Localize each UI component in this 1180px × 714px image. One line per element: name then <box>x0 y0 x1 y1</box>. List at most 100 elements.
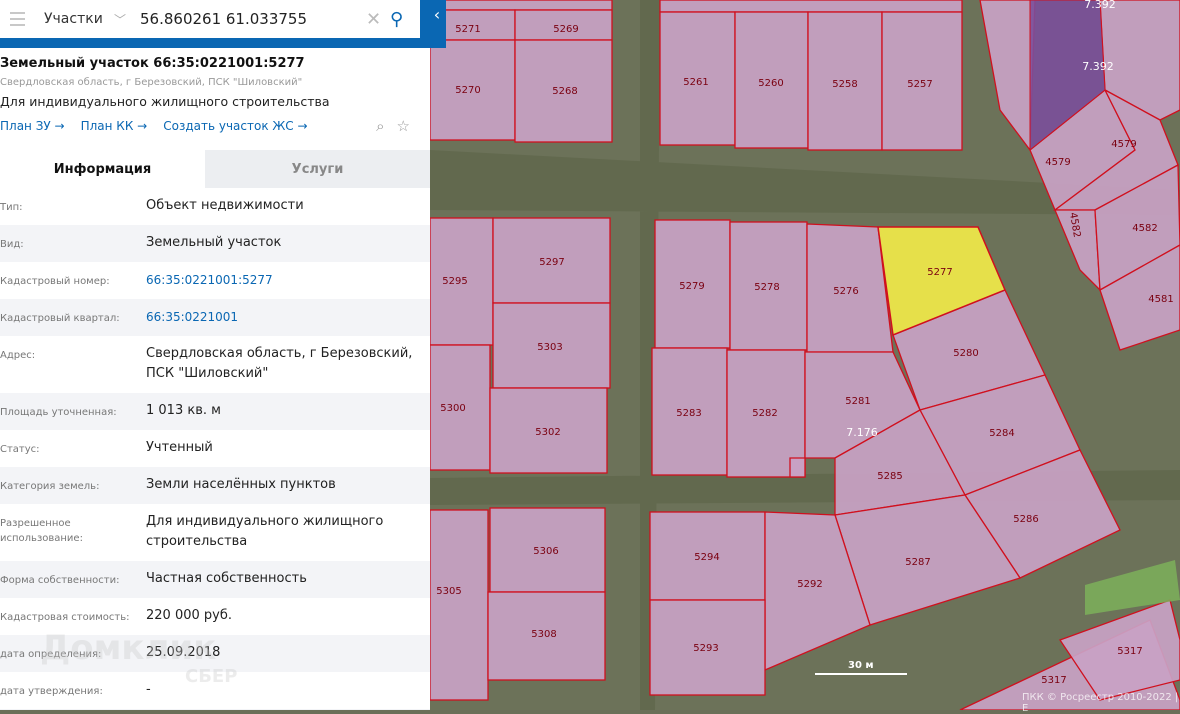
info-key: Статус: <box>0 444 40 455</box>
parcel-label: 5308 <box>531 629 556 640</box>
parcel-label: 5271 <box>455 24 480 35</box>
info-value: 25.09.2018 <box>146 645 221 660</box>
info-value: Земельный участок <box>146 235 282 250</box>
parcel-label: 5282 <box>752 408 777 419</box>
object-purpose: Для индивидуального жилищного строительс… <box>0 94 330 109</box>
info-value: Свердловская область, г Березовский, ПСК… <box>146 346 413 381</box>
info-row: Кадастровая стоимость: 220 000 руб. <box>0 598 430 635</box>
info-key: Кадастровый номер: <box>0 276 110 287</box>
parcel-label: 4582 <box>1132 223 1157 234</box>
parcel-label: 5317 <box>1041 675 1066 686</box>
info-value: Земли населённых пунктов <box>146 477 336 492</box>
parcel-label: 5303 <box>537 342 562 353</box>
plan-kk-link[interactable]: План КК → <box>81 119 148 133</box>
parcel-label: 5276 <box>833 286 858 297</box>
quarter-label: 7.392 <box>1084 0 1116 11</box>
info-row: Вид: Земельный участок <box>0 225 430 262</box>
layer-select[interactable]: Участки <box>34 11 114 27</box>
info-row: Тип: Объект недвижимости <box>0 188 430 225</box>
info-row: Категория земель: Земли населённых пункто… <box>0 467 430 504</box>
parcel-label: 5280 <box>953 348 978 359</box>
map-copyright: ПКК © Росреестр 2010-2022 | Е <box>1022 692 1179 714</box>
tab-info[interactable]: Информация <box>0 150 205 188</box>
info-value: Для индивидуального жилищного строительс… <box>146 514 384 549</box>
info-table: Тип: Объект недвижимости Вид: Земельный уча… <box>0 188 430 710</box>
collapse-panel-button[interactable]: ‹ <box>428 0 446 32</box>
create-parcel-link[interactable]: Создать участок ЖС → <box>163 119 307 133</box>
info-row: Кадастровый номер: 66:35:0221001:5277 <box>0 262 430 299</box>
info-value: Учтенный <box>146 440 213 455</box>
parcel-label: 5279 <box>679 281 704 292</box>
top-bar: Участки ﹀ 56.860261 61.033755 ✕ ⚲ ‹ <box>0 0 446 48</box>
quarter-label: 7.392 <box>1082 60 1114 73</box>
star-icon[interactable]: ☆ <box>397 117 410 135</box>
info-key: Кадастровый квартал: <box>0 313 120 324</box>
zoom-to-object-icon[interactable]: ⌕ <box>376 117 384 135</box>
info-key: Кадастровая стоимость: <box>0 612 130 623</box>
parcel-label: 5302 <box>535 427 560 438</box>
map-scale: 30 м <box>815 660 907 675</box>
tabs: Информация Услуги <box>0 150 430 188</box>
info-row: Форма собственности: Частная собственност… <box>0 561 430 598</box>
info-key: Адрес: <box>0 350 36 361</box>
parcel-label: 4579 <box>1045 157 1070 168</box>
parcel-label: 5287 <box>905 557 930 568</box>
parcel-label: 5292 <box>797 579 822 590</box>
info-value: Частная собственность <box>146 571 307 586</box>
menu-icon[interactable] <box>0 0 34 38</box>
parcel-label: 5286 <box>1013 514 1038 525</box>
search-icon[interactable]: ⚲ <box>390 9 420 30</box>
info-panel: Земельный участок 66:35:0221001:5277 Све… <box>0 0 430 710</box>
object-address: Свердловская область, г Березовский, ПСК… <box>0 77 303 88</box>
parcel-label: 5305 <box>436 586 461 597</box>
info-key: Форма собственности: <box>0 575 120 586</box>
info-value: 220 000 руб. <box>146 608 232 623</box>
parcel-label: 5257 <box>907 79 932 90</box>
parcel-label: 5285 <box>877 471 902 482</box>
info-key: Категория земель: <box>0 481 100 492</box>
chevron-down-icon[interactable]: ﹀ <box>114 11 140 28</box>
clear-icon[interactable]: ✕ <box>366 9 390 30</box>
parcel-label: 5283 <box>676 408 701 419</box>
parcel-label: 5258 <box>832 79 857 90</box>
parcel-label: 4579 <box>1111 139 1136 150</box>
parcel-label: 5284 <box>989 428 1014 439</box>
parcel-label: 5278 <box>754 282 779 293</box>
parcel-label: 5294 <box>694 552 719 563</box>
info-key: Вид: <box>0 239 24 250</box>
info-row: Статус: Учтенный <box>0 430 430 467</box>
object-title: Земельный участок 66:35:0221001:5277 <box>0 56 305 71</box>
info-value: Объект недвижимости <box>146 198 304 213</box>
object-header: Земельный участок 66:35:0221001:5277 Све… <box>0 56 430 135</box>
parcel-label: 5297 <box>539 257 564 268</box>
info-key: Разрешенное использование: <box>0 518 83 544</box>
parcel-label: 4581 <box>1148 294 1173 305</box>
search-bar: Участки ﹀ 56.860261 61.033755 ✕ ⚲ <box>0 0 420 38</box>
info-key: Площадь уточненная: <box>0 407 117 418</box>
info-key: дата определения: <box>0 649 102 660</box>
scale-label: 30 м <box>848 660 874 671</box>
info-row: Разрешенное использование: Для индивидуал… <box>0 504 430 561</box>
info-key: дата утверждения: <box>0 686 103 697</box>
parcel-label: 5281 <box>845 396 870 407</box>
parcel-label: 5295 <box>442 276 467 287</box>
info-row: Адрес: Свердловская область, г Березовски… <box>0 336 430 393</box>
parcel-label: 5261 <box>683 77 708 88</box>
parcel-label: 5270 <box>455 85 480 96</box>
plan-zu-link[interactable]: План ЗУ → <box>0 119 65 133</box>
info-row: Кадастровый квартал: 66:35:0221001 <box>0 299 430 336</box>
quarter-label: 7.176 <box>846 426 878 439</box>
scale-bar <box>815 673 907 675</box>
parcel-label: 5300 <box>440 403 465 414</box>
tab-services[interactable]: Услуги <box>205 150 430 188</box>
info-value[interactable]: 66:35:0221001 <box>146 307 430 327</box>
parcel-label-selected: 5277 <box>927 267 952 278</box>
info-row: Площадь уточненная: 1 013 кв. м <box>0 393 430 430</box>
info-value: 1 013 кв. м <box>146 403 221 418</box>
parcel-label: 5317 <box>1117 646 1142 657</box>
info-value[interactable]: 66:35:0221001:5277 <box>146 270 430 290</box>
parcel-label: 5306 <box>533 546 558 557</box>
parcel-label: 5260 <box>758 78 783 89</box>
parcel-label: 5269 <box>553 24 578 35</box>
search-input[interactable]: 56.860261 61.033755 <box>140 10 366 28</box>
